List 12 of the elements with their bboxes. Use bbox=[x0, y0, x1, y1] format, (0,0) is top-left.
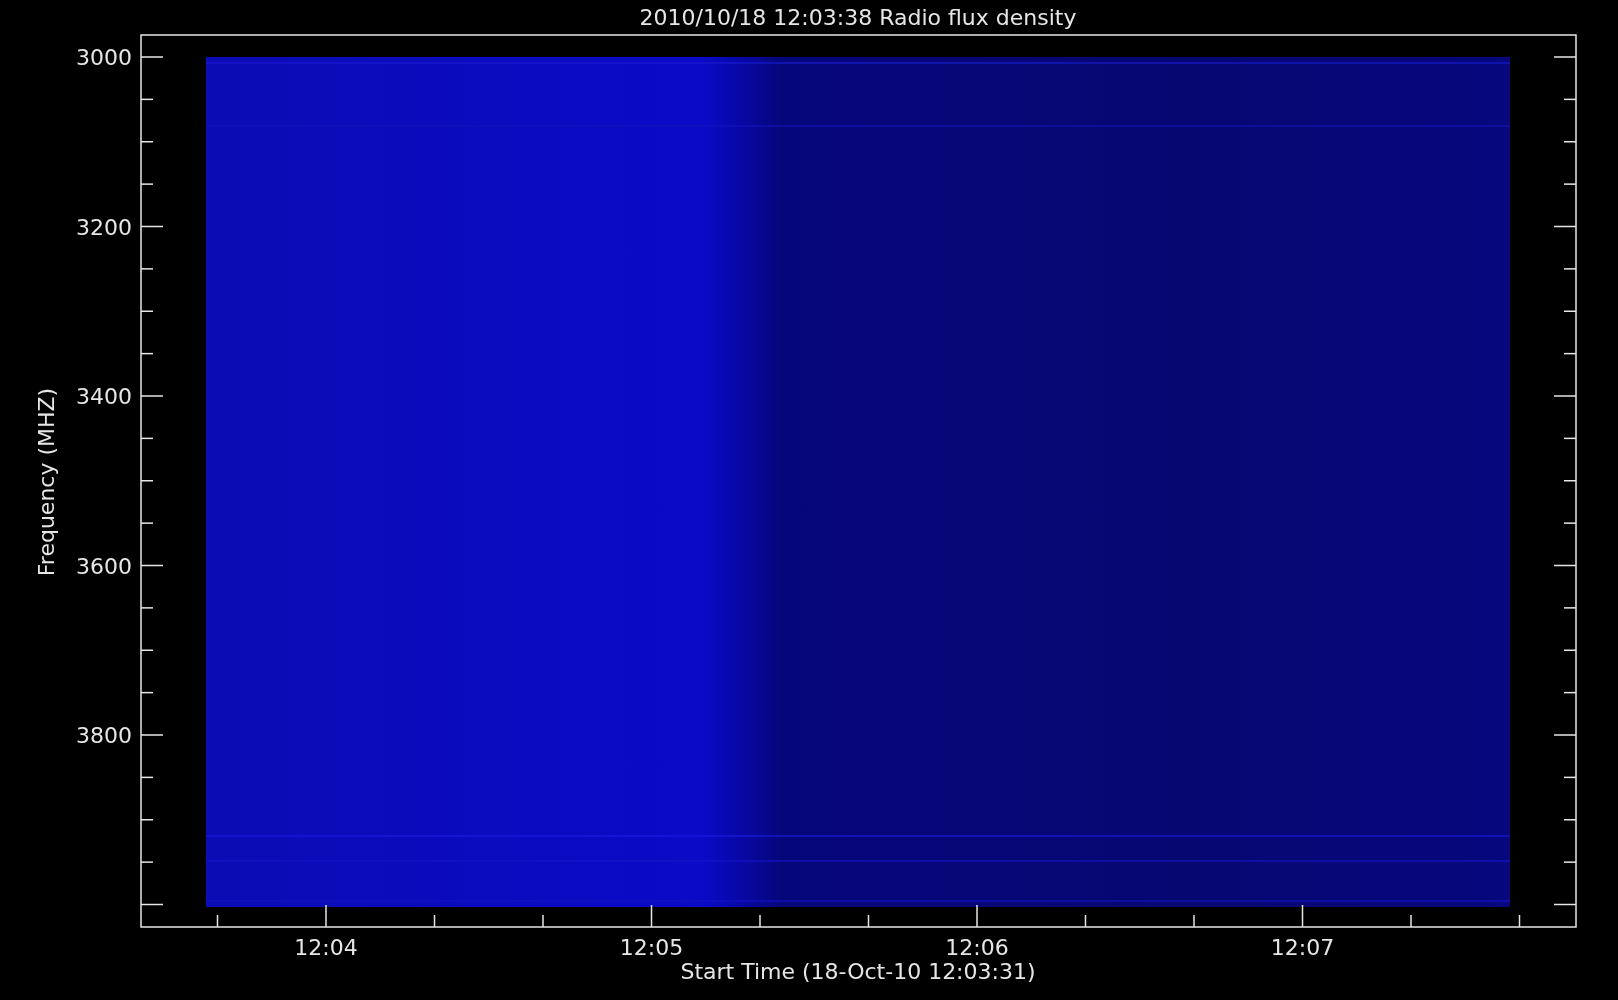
x-tick-label: 12:06 bbox=[945, 935, 1009, 960]
x-tick-label: 12:05 bbox=[619, 935, 684, 960]
y-tick-label: 3200 bbox=[76, 214, 132, 240]
y-tick-label: 3600 bbox=[76, 553, 132, 579]
x-axis-label: Start Time (18-Oct-10 12:03:31) bbox=[680, 959, 1036, 984]
y-tick-label: 3400 bbox=[76, 384, 132, 409]
y-axis-label: Frequency (MHZ) bbox=[34, 387, 59, 577]
y-tick-label: 3000 bbox=[76, 45, 132, 70]
plot-title: 2010/10/18 12:03:38 Radio flux density bbox=[639, 5, 1077, 30]
y-tick-label: 3800 bbox=[76, 723, 132, 748]
x-tick-label: 12:07 bbox=[1270, 935, 1335, 960]
x-tick-label: 12:04 bbox=[294, 935, 358, 960]
